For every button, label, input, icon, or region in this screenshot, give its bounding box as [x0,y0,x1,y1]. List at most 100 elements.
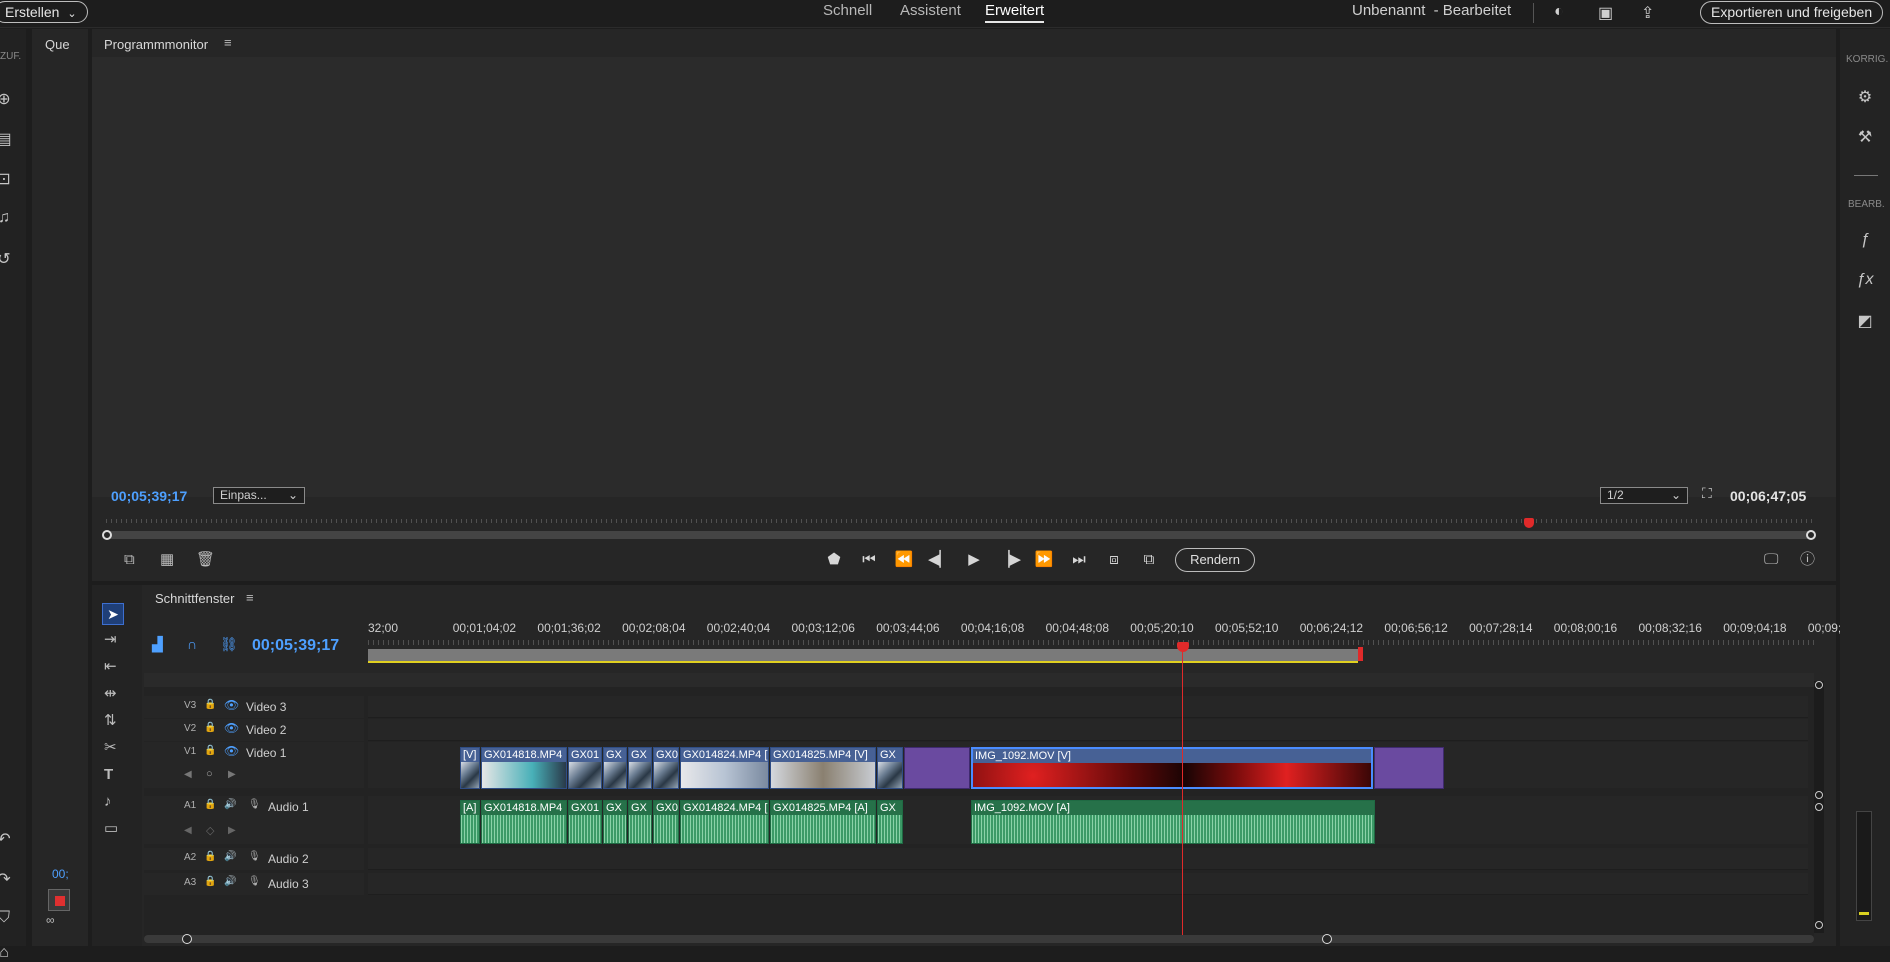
audio-clip[interactable]: GX014818.MP4 [481,800,567,844]
add-marker-icon[interactable]: ⬟ [823,550,845,570]
organizer-icon[interactable]: ⛉ [0,909,16,927]
video-clip[interactable]: GX014818.MP4 [481,747,567,789]
microphone-icon[interactable]: 🎙 [248,851,261,862]
eye-icon[interactable]: 👁 [224,744,239,758]
video-clip[interactable]: GX014825.MP4 [V] [770,747,876,789]
track-select-icon[interactable]: ⇥ [104,631,117,649]
track-row-v2[interactable] [368,719,1808,741]
project-assets-icon[interactable]: ▤ [0,129,16,149]
speaker-icon[interactable]: 🔊 [224,799,236,810]
ripple-tool-icon[interactable]: ⇤ [104,658,117,676]
text-tool-icon[interactable]: T [104,766,113,784]
rectangle-tool-icon[interactable]: ▭ [104,820,118,838]
zoom-handle-right[interactable] [1322,934,1332,944]
export-button[interactable]: Exportieren und freigeben [1700,1,1884,24]
adjustments-icon[interactable]: ⚙ [1853,87,1877,107]
eye-icon[interactable]: 👁 [224,698,239,712]
add-media-icon[interactable]: ⊕ [0,89,16,109]
export-frame-icon[interactable]: ⧉ [124,551,135,569]
share-icon[interactable]: ⇪ [1641,3,1654,23]
tab-assistent[interactable]: Assistent [900,2,961,19]
microphone-icon[interactable]: 🎙 [248,876,261,887]
track-row-a1[interactable]: [A] GX014818.MP4 GX01 GX GX GX0 GX014824… [368,796,1808,844]
microphone-icon[interactable]: 🎙 [248,799,261,810]
prev-keyframe-icon[interactable]: ◀ [184,825,192,836]
music-icon[interactable]: ♫ [0,209,16,227]
speaker-icon[interactable]: 🔊 [224,876,236,887]
scrub-bar[interactable] [106,531,1812,539]
track-row-a2[interactable] [368,848,1808,870]
video-preview[interactable] [92,57,1836,497]
quality-dropdown[interactable]: 1/2 ⌄ [1600,487,1688,504]
audio-clip[interactable]: GX [628,800,652,844]
video-clip-selected[interactable]: IMG_1092.MOV [V] [971,747,1373,789]
tab-erweitert[interactable]: Erweitert [985,2,1045,23]
scroll-handle-top[interactable] [1815,681,1823,689]
display-options-icon[interactable]: 🖵 [1764,551,1778,569]
rewind-icon[interactable]: ⏪ [893,550,915,570]
create-button[interactable]: Erstellen ⌄ [0,1,88,23]
time-ruler[interactable]: 32;00 00;01;04;02 00;01;36;02 00;02;08;04 00… [368,619,1841,663]
video-clip[interactable]: GX0 [653,747,679,789]
audio-clip[interactable]: GX [877,800,903,844]
speaker-icon[interactable]: 🔊 [224,851,236,862]
video-clip[interactable]: [V] [460,747,480,789]
scrub-start-handle[interactable] [102,530,112,540]
razor-tool-icon[interactable]: ✂ [104,739,117,757]
redo-icon[interactable]: ↷ [0,869,16,889]
lock-icon[interactable]: 🔒 [204,876,216,887]
audio-clip[interactable]: GX01 [568,800,602,844]
slip-tool-icon[interactable]: ⇅ [104,712,117,730]
horizontal-zoom-bar[interactable] [144,935,1814,943]
titles-icon[interactable]: ⊡ [0,169,16,189]
next-keyframe-icon[interactable]: ▶ [228,825,236,836]
zoom-handle-left[interactable] [182,934,192,944]
track-row-v3[interactable] [368,696,1808,718]
vertical-scrollbar[interactable] [1814,681,1824,933]
snap-icon[interactable]: ∩ [187,636,197,652]
snapshot-icon[interactable]: ⧈ [1103,550,1125,570]
selection-tool-icon[interactable]: ➤ [102,603,124,625]
render-button[interactable]: Rendern [1175,548,1255,572]
link-icon[interactable]: ∞ [46,913,55,927]
lock-icon[interactable]: 🔒 [204,722,216,733]
work-area-end[interactable] [1358,647,1363,661]
step-forward-icon[interactable]: ▕▶ [998,550,1021,570]
audio-clip[interactable]: [A] [460,800,480,844]
delete-icon[interactable]: 🗑 [196,551,215,569]
audio-clip[interactable]: GX0 [653,800,679,844]
video-clip[interactable]: GX01 [568,747,602,789]
audio-tool-icon[interactable]: ♪ [104,793,112,811]
keyframe-icon[interactable]: ◇ [206,824,214,837]
audio-clip[interactable]: GX014824.MP4 [ [680,800,769,844]
panel-menu-icon[interactable]: ≡ [246,590,254,605]
source-tab[interactable]: Que [45,37,70,52]
track-layout-icon[interactable]: ▟ [152,636,163,653]
audio-clip[interactable]: GX [603,800,627,844]
undo-icon[interactable]: ↶ [0,829,16,849]
tab-schnell[interactable]: Schnell [823,2,872,19]
panel-menu-icon[interactable]: ≡ [224,35,232,50]
video-clip[interactable]: GX [603,747,627,789]
audio-clip[interactable]: GX014825.MP4 [A] [770,800,876,844]
scroll-handle-bottom[interactable] [1815,921,1823,929]
scrub-ruler[interactable] [106,519,1812,529]
transition-clip[interactable] [904,747,970,789]
lock-icon[interactable]: 🔒 [204,851,216,862]
work-area-bar[interactable] [368,649,1358,663]
rolling-tool-icon[interactable]: ⇹ [104,685,117,703]
prev-keyframe-icon[interactable]: ◀ [184,769,192,780]
step-back-icon[interactable]: ◀▏ [928,550,951,570]
scrub-end-handle[interactable] [1806,530,1816,540]
track-row-v1[interactable]: [V] GX014818.MP4 GX01 GX GX GX0 GX014824… [368,742,1808,789]
tools-icon[interactable]: ⚒ [1853,127,1877,147]
linked-selection-icon[interactable]: ⛓ [220,636,238,653]
video-clip[interactable]: GX [628,747,652,789]
audio-clip[interactable]: IMG_1092.MOV [A] [971,800,1375,844]
go-to-end-icon[interactable]: ⏭ [1068,550,1090,570]
help-icon[interactable]: ⓘ [1800,551,1815,569]
lock-icon[interactable]: 🔒 [204,799,216,810]
save-icon[interactable]: ▣ [1598,3,1613,23]
scroll-handle-mid2[interactable] [1815,803,1823,811]
video-clip[interactable]: GX [877,747,903,789]
